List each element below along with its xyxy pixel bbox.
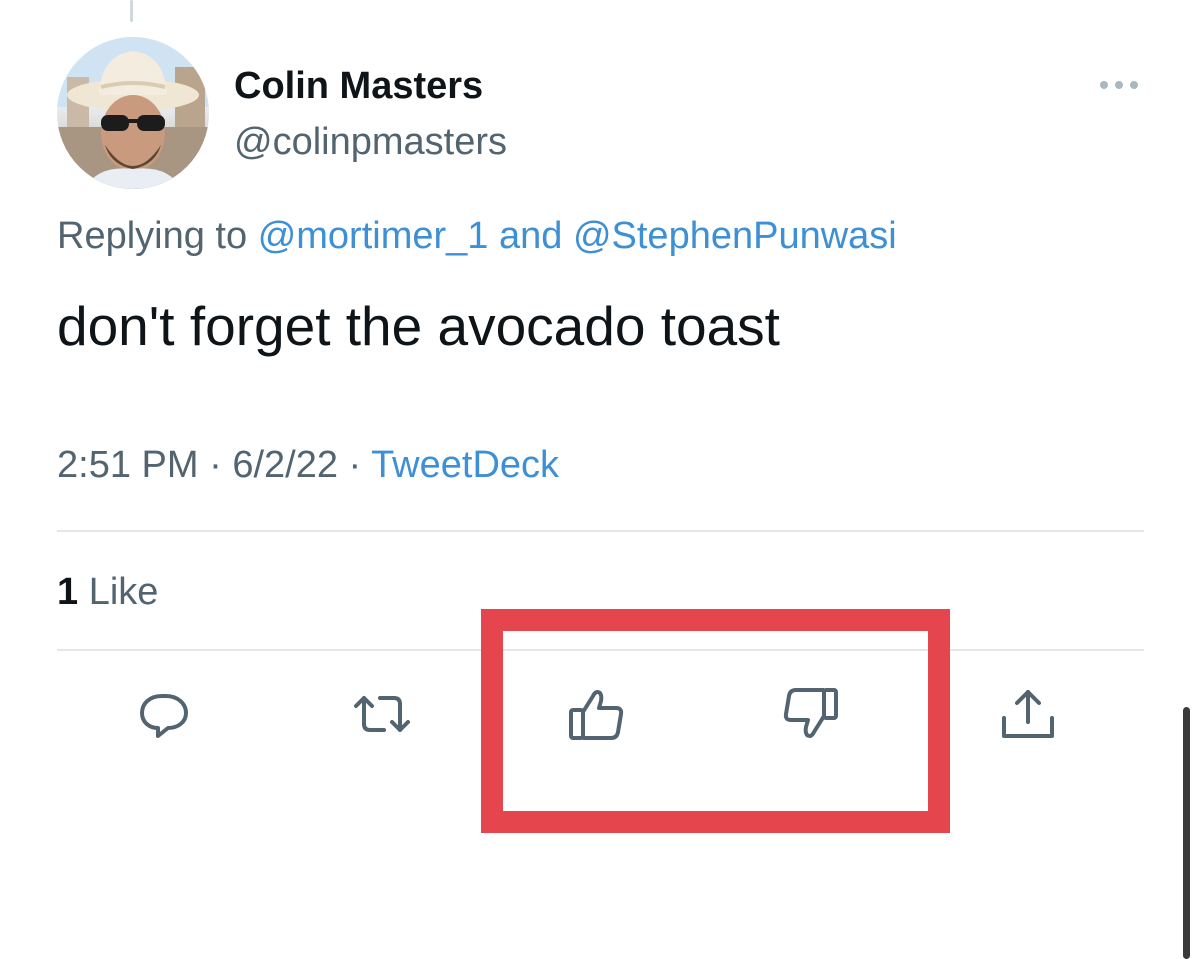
tweet-time[interactable]: 2:51 PM: [57, 444, 199, 486]
speech-bubble-icon: [140, 694, 188, 738]
tweet-body-text: don't forget the avocado toast: [57, 295, 780, 357]
likes-count: 1: [57, 571, 79, 613]
more-options-button[interactable]: [1094, 70, 1144, 100]
reply-context: Replying to @mortimer_1 and @StephenPunw…: [57, 212, 897, 260]
meta-separator: ·: [209, 444, 222, 486]
ellipsis-icon: [1100, 81, 1138, 89]
divider: [57, 530, 1144, 532]
share-button[interactable]: [998, 684, 1058, 744]
author-handle[interactable]: @colinpmasters: [234, 118, 507, 166]
tweet-source[interactable]: TweetDeck: [371, 444, 559, 486]
scrollbar[interactable]: [1183, 707, 1190, 959]
share-icon: [1002, 690, 1054, 738]
avatar-image: [57, 37, 209, 189]
reply-mention-user2[interactable]: @StephenPunwasi: [573, 215, 897, 257]
reply-joiner: and: [498, 215, 563, 257]
meta-separator: ·: [348, 444, 362, 486]
highlight-annotation-box: [481, 609, 950, 833]
likes-label: Like: [88, 571, 159, 613]
retweet-icon: [354, 696, 410, 732]
likes-stat[interactable]: 1 Like: [57, 568, 158, 616]
retweet-button[interactable]: [352, 684, 412, 744]
reply-button[interactable]: [134, 684, 194, 744]
tweet-date[interactable]: 6/2/22: [232, 444, 338, 486]
author-avatar[interactable]: [57, 37, 209, 189]
reply-prefix: Replying to: [57, 215, 248, 257]
thread-connector-line: [130, 0, 133, 22]
tweet-meta: 2:51 PM · 6/2/22 · TweetDeck: [57, 441, 559, 489]
reply-mention-user1[interactable]: @mortimer_1: [258, 215, 489, 257]
author-display-name[interactable]: Colin Masters: [234, 62, 483, 110]
